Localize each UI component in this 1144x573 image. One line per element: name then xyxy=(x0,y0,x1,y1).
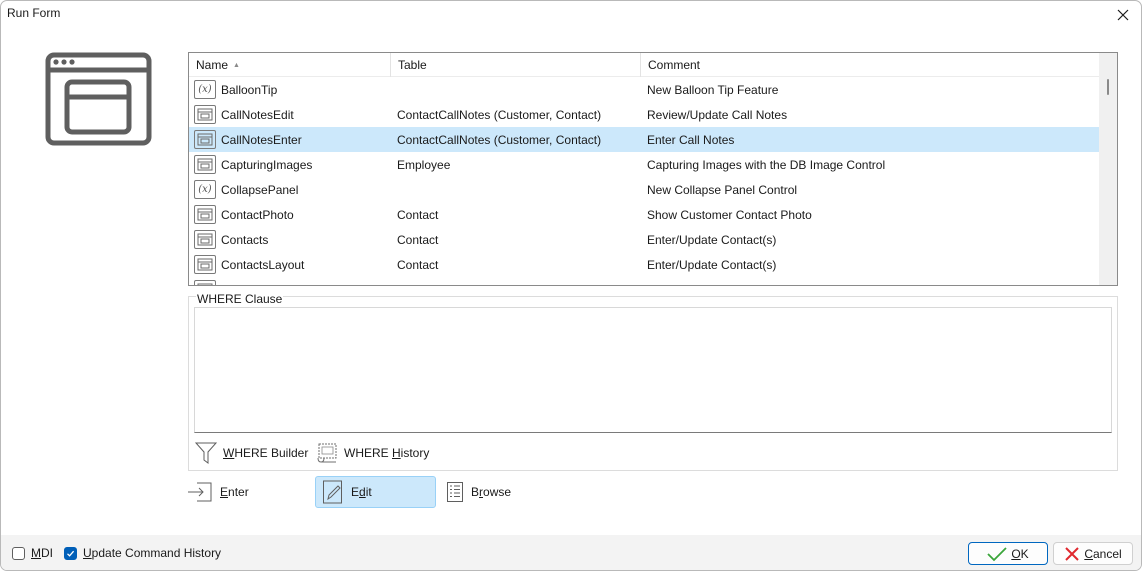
form-icon xyxy=(197,133,213,146)
edit-pencil-icon xyxy=(323,480,342,504)
table-row[interactable]: CallNotesEnter ContactCallNotes (Customer… xyxy=(189,127,1099,152)
row-type-icon xyxy=(194,205,216,224)
close-button[interactable] xyxy=(1109,3,1137,27)
row-type-icon: (x) xyxy=(194,80,216,99)
table-row[interactable]: ContactPhoto Contact Show Customer Contact… xyxy=(189,202,1099,227)
close-icon xyxy=(1117,9,1129,21)
enter-button[interactable]: Enter xyxy=(186,476,306,508)
row-name: CapturingImages xyxy=(221,157,313,172)
form-window-icon xyxy=(45,52,152,146)
history-scroll-icon xyxy=(317,443,337,463)
row-table: Contact xyxy=(397,232,439,247)
where-clause-label: WHERE Clause xyxy=(196,292,284,306)
row-name-cell: (x) BalloonTip xyxy=(189,80,390,99)
column-header-comment[interactable]: Comment xyxy=(640,53,1099,77)
row-table: Contact xyxy=(397,207,439,222)
checkmark-icon xyxy=(987,546,1007,561)
title-bar: Run Form xyxy=(1,1,1141,29)
row-type-icon xyxy=(194,155,216,174)
column-header-table[interactable]: Table xyxy=(390,53,640,77)
forms-grid[interactable]: Name ▲ Table Comment (x) BalloonTip New Bal… xyxy=(188,52,1118,286)
where-clause-input[interactable] xyxy=(194,307,1112,433)
table-row[interactable]: ContactsLayout Contact Enter/Update Contac… xyxy=(189,252,1099,277)
row-name: CallNotesEnter xyxy=(221,132,302,147)
edit-button[interactable]: Edit xyxy=(315,476,436,508)
row-name-cell: (x) CollapsePanel xyxy=(189,180,390,199)
row-type-icon xyxy=(194,105,216,124)
form-icon xyxy=(197,208,213,221)
row-type-icon xyxy=(194,280,216,285)
enter-arrow-icon xyxy=(188,482,212,502)
row-name: BalloonTip xyxy=(221,82,278,97)
row-type-icon xyxy=(194,255,216,274)
update-command-history-checkbox-box[interactable] xyxy=(64,546,77,560)
dialog-footer: MDI Update Command History OK Cancel xyxy=(1,535,1141,570)
row-name-cell: CallNotesEdit xyxy=(189,105,390,124)
form-icon xyxy=(197,108,213,121)
grid-header: Name ▲ Table Comment xyxy=(189,53,1099,77)
row-name: ContactsLayout xyxy=(221,257,305,272)
row-comment: Capturing Images with the DB Image Contr… xyxy=(647,157,886,172)
grid-rows: (x) BalloonTip New Balloon Tip Feature Call… xyxy=(189,77,1099,285)
form-icon xyxy=(197,233,213,246)
where-clause-group: WHERE Clause WHERE Builder WHERE History xyxy=(188,292,1118,471)
ok-button[interactable]: OK xyxy=(968,542,1048,565)
column-header-name[interactable]: Name ▲ xyxy=(189,53,390,77)
vertical-scrollbar[interactable] xyxy=(1099,53,1117,285)
row-comment: Enter Call Notes xyxy=(647,132,735,147)
row-name-cell: ContactPhoto xyxy=(189,205,390,224)
cross-icon xyxy=(1065,546,1080,561)
row-name: ContactPhoto xyxy=(221,207,294,222)
cancel-button[interactable]: Cancel xyxy=(1053,542,1133,565)
row-comment: Enter/Update Contact(s) xyxy=(647,257,777,272)
row-name-cell: CapturingImages xyxy=(189,155,390,174)
row-name: CollapsePanel xyxy=(221,182,299,197)
scrollbar-thumb[interactable] xyxy=(1107,79,1109,95)
row-name-cell: ContactsLayout xyxy=(189,255,390,274)
funnel-icon xyxy=(195,442,217,464)
row-type-icon xyxy=(194,230,216,249)
row-comment: Show Customer Contact Photo xyxy=(647,207,812,222)
row-table: Employee xyxy=(397,157,451,172)
run-form-dialog: Run Form Name▲ Table Comment (x)Balloo xyxy=(0,0,1142,571)
sort-ascending-icon: ▲ xyxy=(233,62,240,69)
browse-list-icon xyxy=(447,482,463,502)
row-name: CallNotesEdit xyxy=(221,107,294,122)
row-name-cell: Contacts xyxy=(189,230,390,249)
function-icon: (x) xyxy=(198,84,212,95)
row-type-icon xyxy=(194,130,216,149)
mdi-checkbox-box[interactable] xyxy=(12,546,25,560)
table-row-partial[interactable] xyxy=(189,277,1099,285)
function-icon: (x) xyxy=(198,184,212,195)
where-history-button[interactable]: WHERE History xyxy=(316,439,429,467)
row-table: ContactCallNotes (Customer, Contact) xyxy=(397,107,602,122)
table-row[interactable]: CapturingImages Employee Capturing Images … xyxy=(189,152,1099,177)
table-row[interactable]: CallNotesEdit ContactCallNotes (Customer,… xyxy=(189,102,1099,127)
row-table: Contact xyxy=(397,257,439,272)
checkmark-small-icon xyxy=(67,550,75,557)
form-icon xyxy=(197,283,213,285)
row-comment: Review/Update Call Notes xyxy=(647,107,788,122)
row-comment: Enter/Update Contact(s) xyxy=(647,232,777,247)
row-table: ContactCallNotes (Customer, Contact) xyxy=(397,132,602,147)
table-row[interactable]: (x) CollapsePanel New Collapse Panel Contr… xyxy=(189,177,1099,202)
form-icon xyxy=(197,158,213,171)
table-row[interactable]: (x) BalloonTip New Balloon Tip Feature xyxy=(189,77,1099,102)
dialog-title: Run Form xyxy=(7,6,61,20)
row-comment: New Collapse Panel Control xyxy=(647,182,798,197)
table-row[interactable]: Contacts Contact Enter/Update Contact(s) xyxy=(189,227,1099,252)
row-name-cell: CallNotesEnter xyxy=(189,130,390,149)
row-type-icon: (x) xyxy=(194,180,216,199)
browse-button[interactable]: Browse xyxy=(445,476,555,508)
where-builder-button[interactable]: WHERE Builder xyxy=(195,439,308,467)
row-comment: New Balloon Tip Feature xyxy=(647,82,779,97)
row-name: Contacts xyxy=(221,232,269,247)
mdi-checkbox[interactable]: MDI xyxy=(12,546,53,560)
form-icon xyxy=(197,258,213,271)
update-command-history-checkbox[interactable]: Update Command History xyxy=(64,546,221,560)
